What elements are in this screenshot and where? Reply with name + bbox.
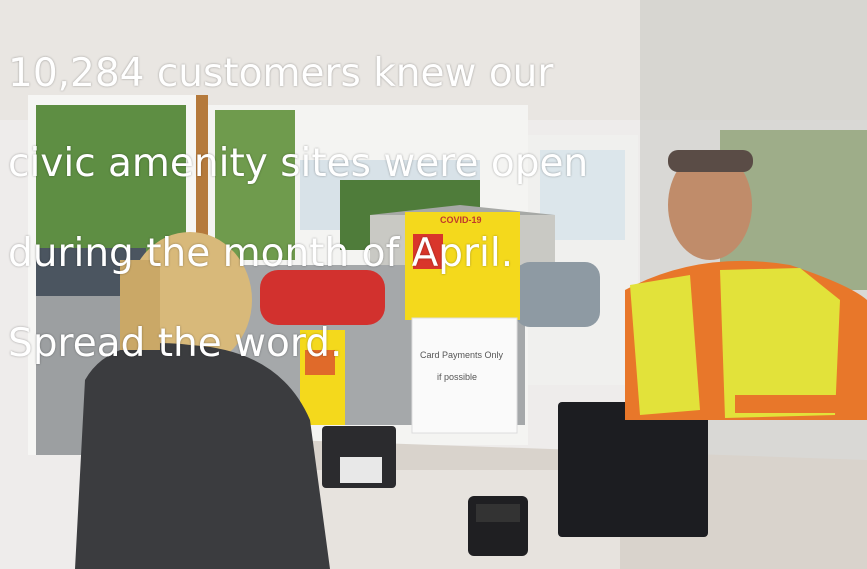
headline-overlay: 10,284 customers knew our civic amenity … xyxy=(8,6,648,411)
headline-line-4: Spread the word. xyxy=(8,321,343,366)
monitor xyxy=(558,402,708,537)
photo-scene: COVID-19 Card Payments Only if possible … xyxy=(0,0,867,569)
headline-line-1: 10,284 customers knew our xyxy=(8,51,554,96)
headline-line-3: during the month of April. xyxy=(8,231,514,276)
headline-line-2: civic amenity sites were open xyxy=(8,141,589,186)
